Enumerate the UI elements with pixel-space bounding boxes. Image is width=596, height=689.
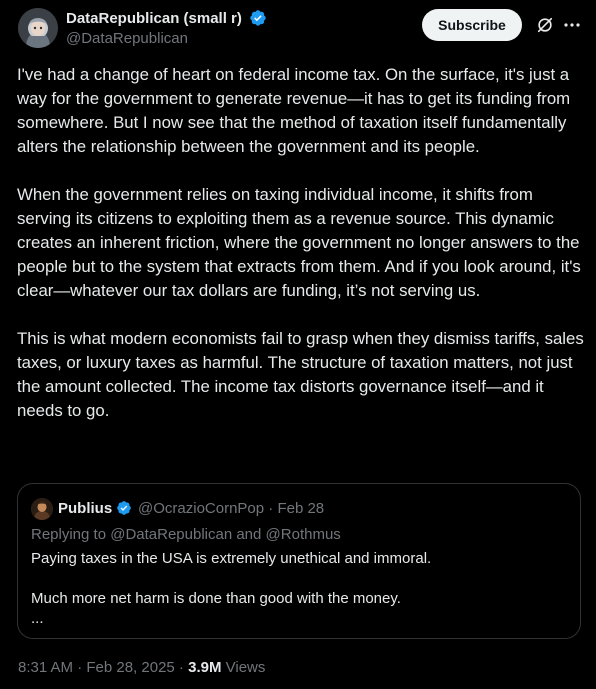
quote-handle[interactable]: @OcrazioCornPop	[138, 500, 264, 517]
tweet-header: DataRepublican (small r) @DataRepublican…	[18, 8, 584, 52]
tweet-footer: 8:31 AM · Feb 28, 2025 · 3.9M Views	[18, 659, 265, 676]
author-display-name[interactable]: DataRepublican (small r)	[66, 10, 242, 27]
quote-text: Paying taxes in the USA is extremely une…	[31, 549, 561, 629]
tweet-paragraph: I've had a change of heart on federal in…	[17, 65, 571, 156]
quote-ellipsis: ...	[31, 610, 44, 627]
quote-replying-to: Replying to @DataRepublican and @Rothmus	[31, 526, 341, 543]
avatar-icon[interactable]	[18, 8, 58, 48]
quote-separator: ·	[268, 500, 274, 517]
views-label: Views	[225, 659, 266, 676]
tweet: DataRepublican (small r) @DataRepublican…	[0, 0, 596, 689]
tweet-text: I've had a change of heart on federal in…	[17, 63, 587, 447]
quoted-tweet[interactable]: Publius @OcrazioCornPop · Feb 28 Replyin…	[17, 483, 581, 639]
grok-icon[interactable]	[536, 16, 554, 34]
quote-verified-badge-icon	[117, 501, 131, 515]
verified-badge-icon	[250, 10, 267, 26]
tweet-timestamp[interactable]: 8:31 AM · Feb 28, 2025 ·	[18, 659, 184, 676]
author-handle[interactable]: @DataRepublican	[66, 30, 267, 47]
quote-line: Much more net harm is done than good wit…	[31, 590, 401, 607]
quote-line: Paying taxes in the USA is extremely une…	[31, 550, 432, 567]
tweet-paragraph: When the government relies on taxing ind…	[17, 185, 581, 300]
quote-display-name[interactable]: Publius	[58, 500, 112, 517]
author-block: DataRepublican (small r) @DataRepublican	[66, 9, 267, 47]
views-count: 3.9M	[188, 659, 222, 676]
tweet-paragraph: This is what modern economists fail to g…	[17, 329, 584, 420]
quote-avatar-icon	[31, 498, 53, 520]
subscribe-button[interactable]: Subscribe	[422, 9, 522, 41]
quote-meta: @OcrazioCornPop · Feb 28	[138, 500, 324, 517]
quote-date[interactable]: Feb 28	[277, 500, 324, 517]
more-options-icon[interactable]	[562, 16, 582, 34]
